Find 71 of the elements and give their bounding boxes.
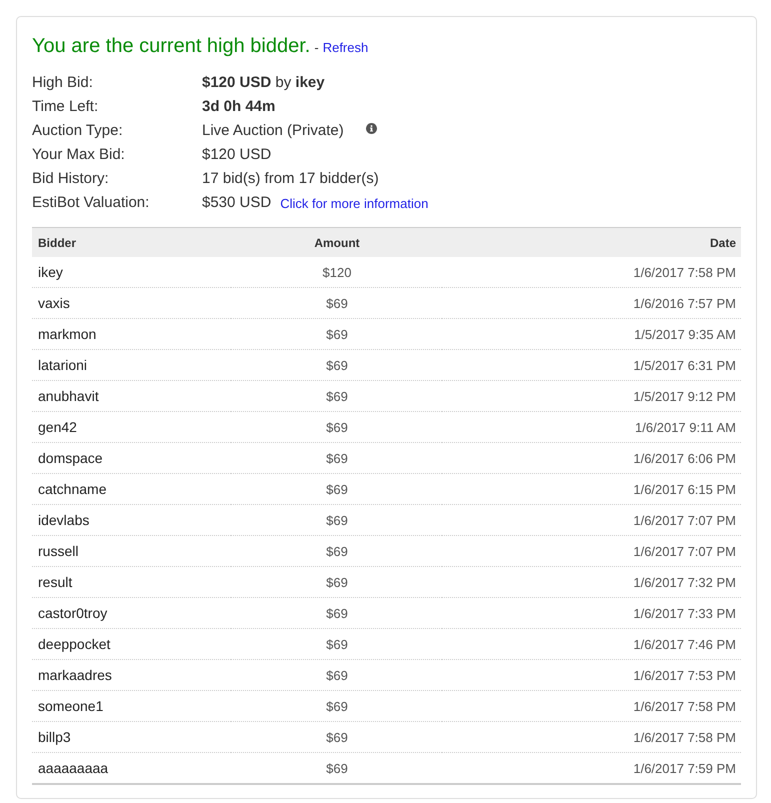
detail-value: $530 USD <box>202 194 272 210</box>
bidder-cell: someone1 <box>32 690 231 722</box>
bidder-cell: vaxis <box>32 288 231 318</box>
status-message: You are the current high bidder. <box>32 34 310 59</box>
detail-label: High Bid: <box>32 74 94 90</box>
amount-cell: $69 <box>231 598 442 628</box>
amount-cell: $69 <box>231 504 442 536</box>
date-cell: 1/6/2017 7:07 PM <box>442 504 741 536</box>
bidder-cell: latarioni <box>32 350 231 380</box>
detail-value: 3d 0h 44m <box>202 98 276 114</box>
date-cell: 1/6/2017 6:15 PM <box>442 474 741 504</box>
amount-cell: $69 <box>231 442 442 474</box>
detail-label: Bid History: <box>32 170 110 186</box>
amount-cell: $69 <box>231 350 442 380</box>
amount-cell: $69 <box>231 536 442 566</box>
date-cell: 1/6/2017 7:33 PM <box>442 598 741 628</box>
bidder-cell: gen42 <box>32 412 231 442</box>
more-info-link[interactable]: Click for more information <box>280 196 428 210</box>
amount-cell: $69 <box>231 380 442 412</box>
date-cell: 1/6/2017 7:58 PM <box>442 257 741 288</box>
bidder-cell: markaadres <box>32 660 231 690</box>
date-cell: 1/6/2017 7:32 PM <box>442 566 741 598</box>
amount-cell: $69 <box>231 566 442 598</box>
date-cell: 1/6/2017 7:46 PM <box>442 628 741 660</box>
amount-cell: $69 <box>231 628 442 660</box>
bidder-cell: deeppocket <box>32 628 231 660</box>
date-cell: 1/6/2016 7:57 PM <box>442 288 741 318</box>
detail-value: 17 bid(s) from 17 bidder(s) <box>202 170 379 186</box>
bidder-cell: russell <box>32 536 231 566</box>
date-cell: 1/6/2017 7:53 PM <box>442 660 741 690</box>
bidder-cell: catchname <box>32 474 231 504</box>
amount-cell: $69 <box>231 318 442 350</box>
date-cell: 1/6/2017 7:07 PM <box>442 536 741 566</box>
date-cell: 1/6/2017 9:11 AM <box>442 412 741 442</box>
detail-value: $120 USD by ikey <box>202 74 325 90</box>
date-cell: 1/5/2017 6:31 PM <box>442 350 741 380</box>
amount-cell: $69 <box>231 412 442 442</box>
bidder-cell: castor0troy <box>32 598 231 628</box>
date-cell: 1/5/2017 9:12 PM <box>442 380 741 412</box>
column-header: Date <box>442 228 741 257</box>
date-cell: 1/6/2017 6:06 PM <box>442 442 741 474</box>
amount-cell: $69 <box>231 288 442 318</box>
amount-cell: $120 <box>231 257 442 288</box>
amount-cell: $69 <box>231 660 442 690</box>
bidder-cell: ikey <box>32 257 231 288</box>
detail-label: Auction Type: <box>32 122 124 138</box>
bidder-cell: markmon <box>32 318 231 350</box>
detail-label: EstiBot Valuation: <box>32 194 150 210</box>
detail-label: Your Max Bid: <box>32 146 126 162</box>
bidder-cell: result <box>32 566 231 598</box>
amount-cell: $69 <box>231 752 442 784</box>
bidder-cell: billp3 <box>32 722 231 752</box>
bidder-cell: domspace <box>32 442 231 474</box>
bidder-cell: aaaaaaaaa <box>32 752 231 784</box>
info-icon[interactable] <box>366 122 377 134</box>
bidder-cell: idevlabs <box>32 504 231 536</box>
date-cell: 1/5/2017 9:35 AM <box>442 318 741 350</box>
date-cell: 1/6/2017 7:58 PM <box>442 690 741 722</box>
detail-label: Time Left: <box>32 98 100 114</box>
refresh-link[interactable]: Refresh <box>322 40 368 55</box>
detail-value: $120 USD <box>202 146 272 162</box>
column-header: Amount <box>231 228 442 257</box>
amount-cell: $69 <box>231 722 442 752</box>
detail-value: Live Auction (Private) <box>202 122 344 138</box>
date-cell: 1/6/2017 7:58 PM <box>442 722 741 752</box>
date-cell: 1/6/2017 7:59 PM <box>442 752 741 784</box>
bidder-cell: anubhavit <box>32 380 231 412</box>
separator-text: - <box>314 40 319 55</box>
amount-cell: $69 <box>231 474 442 504</box>
column-header: Bidder <box>32 228 231 257</box>
amount-cell: $69 <box>231 690 442 722</box>
